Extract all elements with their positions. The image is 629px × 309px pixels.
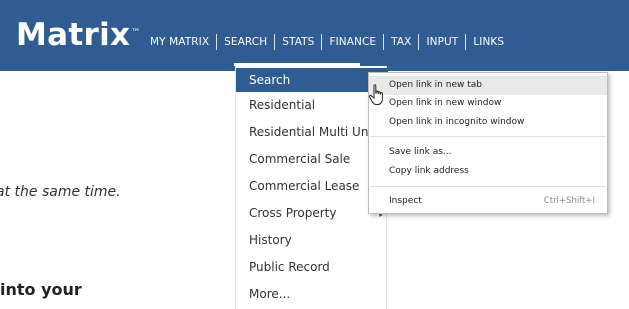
ctx-open-incognito-window[interactable]: Open link in incognito window bbox=[369, 113, 607, 132]
dropdown-item-commercial-sale[interactable]: Commercial Sale bbox=[236, 146, 388, 172]
dropdown-item-commercial-lease[interactable]: Commercial Lease bbox=[236, 173, 388, 199]
context-menu-separator bbox=[370, 136, 606, 137]
dropdown-item-public-record[interactable]: Public Record bbox=[236, 254, 388, 280]
trademark-symbol: ™ bbox=[131, 28, 141, 38]
context-menu-separator bbox=[370, 186, 606, 187]
nav-item-input[interactable]: INPUT bbox=[419, 36, 465, 48]
dropdown-item-residential[interactable]: Residential bbox=[236, 92, 388, 118]
search-dropdown-menu: Search Residential Residential Multi Uni… bbox=[235, 66, 388, 309]
ctx-inspect[interactable]: Inspect Ctrl+Shift+I bbox=[369, 192, 607, 211]
matrix-logo[interactable]: Matrix™ bbox=[16, 18, 141, 52]
nav-item-search[interactable]: SEARCH bbox=[217, 36, 274, 48]
nav-item-stats[interactable]: STATS bbox=[275, 36, 321, 48]
main-nav: MY MATRIX SEARCH STATS FINANCE TAX INPUT… bbox=[150, 34, 511, 50]
nav-item-links[interactable]: LINKS bbox=[466, 36, 511, 48]
page-body-text: at the same time. bbox=[0, 184, 121, 200]
dropdown-item-search[interactable]: Search bbox=[236, 68, 388, 92]
ctx-open-new-window[interactable]: Open link in new window bbox=[369, 94, 607, 113]
nav-item-finance[interactable]: FINANCE bbox=[322, 36, 383, 48]
ctx-copy-link-address[interactable]: Copy link address bbox=[369, 162, 607, 181]
ctx-inspect-label: Inspect bbox=[389, 196, 422, 206]
page-heading-text: into your bbox=[0, 280, 82, 299]
hand-pointer-icon bbox=[368, 84, 383, 105]
context-menu: Open link in new tab Open link in new wi… bbox=[368, 72, 608, 214]
ctx-open-new-tab[interactable]: Open link in new tab bbox=[369, 76, 607, 95]
dropdown-item-residential-multi-unit[interactable]: Residential Multi Unit bbox=[236, 119, 388, 145]
inspect-shortcut: Ctrl+Shift+I bbox=[543, 196, 595, 206]
ctx-save-link-as[interactable]: Save link as... bbox=[369, 143, 607, 162]
dropdown-item-more[interactable]: More... bbox=[236, 281, 388, 307]
nav-item-my-matrix[interactable]: MY MATRIX bbox=[150, 36, 216, 48]
logo-text: Matrix bbox=[16, 17, 131, 53]
dropdown-item-history[interactable]: History bbox=[236, 227, 388, 253]
dropdown-item-cross-property[interactable]: Cross Property bbox=[236, 200, 388, 226]
nav-item-tax[interactable]: TAX bbox=[384, 36, 418, 48]
top-header: Matrix™ MY MATRIX SEARCH STATS FINANCE T… bbox=[0, 0, 629, 71]
